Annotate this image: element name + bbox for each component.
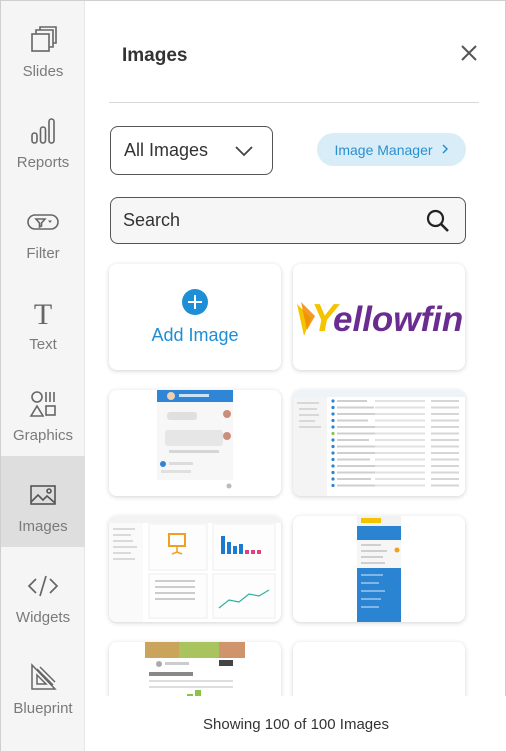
logo-wordmark: ellowfin [333,300,463,339]
image-thumbnail-menu[interactable] [293,516,465,622]
sidebar-item-blueprint[interactable]: Blueprint [1,638,85,729]
search-icon[interactable] [425,208,451,239]
sidebar-item-filter[interactable]: Filter [1,183,85,274]
chevron-down-icon [234,142,254,163]
panel-title: Images [122,45,188,66]
sidebar-item-label: Text [29,336,57,353]
add-image-label: Add Image [151,324,239,345]
image-count-footer: Showing 100 of 100 Images [85,696,506,751]
svg-text:T: T [34,298,52,328]
sidebar-item-reports[interactable]: Reports [1,92,85,183]
search-input[interactable] [123,210,403,231]
sidebar-item-label: Graphics [12,427,74,444]
image-thumbnail-area-chart[interactable] [293,642,465,696]
sidebar-item-label: Images [18,518,68,535]
chevron-right-icon [441,142,449,158]
dropdown-value: All Images [124,140,209,160]
sidebar-item-graphics[interactable]: Graphics [1,365,85,456]
sidebar: Slides Reports Filter T Text Graphics Im… [1,1,85,751]
image-thumbnail-chat[interactable] [109,390,281,496]
sidebar-item-images[interactable]: Images [1,456,85,547]
widgets-icon [26,569,60,603]
divider [109,102,479,103]
sidebar-item-slides[interactable]: Slides [1,1,85,92]
search-box [110,197,466,244]
close-icon[interactable] [457,41,481,65]
image-thumbnail-logo[interactable]: Y ellowfin [293,264,465,370]
sidebar-item-label: Blueprint [13,700,73,717]
image-grid: Add Image Y ellowfin [85,253,506,696]
image-manager-label: Image Manager [334,141,433,158]
sidebar-item-label: Reports [16,154,70,171]
slides-icon [26,23,60,57]
image-thumbnail-table[interactable] [293,390,465,496]
sidebar-item-text[interactable]: T Text [1,274,85,365]
sidebar-item-label: Widgets [15,609,71,626]
add-image-card[interactable]: Add Image [109,264,281,370]
reports-icon [26,114,60,148]
app-frame: Slides Reports Filter T Text Graphics Im… [0,0,506,751]
text-icon: T [26,296,60,330]
sidebar-item-label: Slides [22,63,64,80]
add-icon [182,288,208,315]
images-icon [26,478,60,512]
image-thumbnail-dashboard[interactable] [109,516,281,622]
graphics-icon [26,387,60,421]
image-filter-dropdown[interactable]: All Images [110,126,273,175]
filter-icon [26,205,60,239]
sidebar-item-label: Filter [26,245,60,262]
image-thumbnail-article[interactable] [109,642,281,696]
images-panel: Images All Images Image Manager Search A… [85,1,506,751]
blueprint-icon [26,660,60,694]
image-manager-button[interactable]: Image Manager [317,133,466,166]
sidebar-item-widgets[interactable]: Widgets [1,547,85,638]
